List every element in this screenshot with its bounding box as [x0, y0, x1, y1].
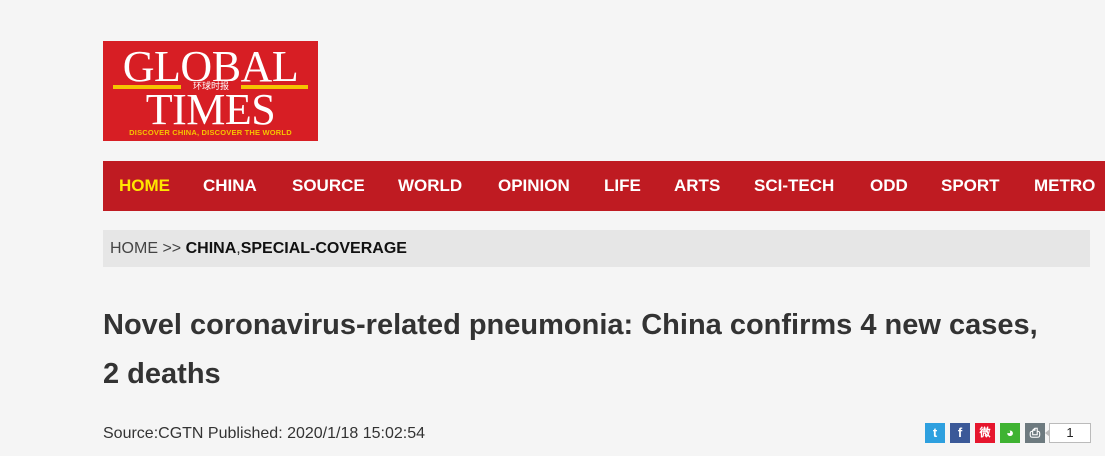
main-nav: HOME CHINA SOURCE WORLD OPINION LIFE ART…	[103, 161, 1105, 211]
nav-item-opinion[interactable]: OPINION	[498, 161, 570, 211]
nav-item-china[interactable]: CHINA	[203, 161, 257, 211]
logo-tagline: DISCOVER CHINA, DISCOVER THE WORLD	[129, 128, 292, 137]
breadcrumb-home-link[interactable]: HOME	[110, 240, 158, 257]
headline-line-1: Novel coronavirus-related pneumonia: Chi…	[103, 309, 1038, 341]
breadcrumb: HOME >> CHINA,SPECIAL-COVERAGE	[103, 230, 1090, 267]
weibo-icon[interactable]: 微	[975, 423, 995, 443]
nav-item-life[interactable]: LIFE	[604, 161, 641, 211]
nav-item-world[interactable]: WORLD	[398, 161, 462, 211]
nav-item-odd[interactable]: ODD	[870, 161, 908, 211]
breadcrumb-china-link[interactable]: CHINA	[186, 240, 237, 257]
breadcrumb-separator: >>	[158, 240, 186, 257]
article-meta: Source:CGTN Published: 2020/1/18 15:02:5…	[103, 425, 425, 442]
nav-item-source[interactable]: SOURCE	[292, 161, 365, 211]
wechat-icon[interactable]: ◕	[1000, 423, 1020, 443]
facebook-icon[interactable]: f	[950, 423, 970, 443]
breadcrumb-special-coverage-link[interactable]: SPECIAL-COVERAGE	[241, 240, 407, 257]
nav-item-home[interactable]: HOME	[119, 161, 170, 211]
global-times-logo[interactable]: GLOBAL 环球时报 TIMES DISCOVER CHINA, DISCOV…	[103, 41, 318, 141]
nav-item-metro[interactable]: METRO	[1034, 161, 1095, 211]
page: GLOBAL 环球时报 TIMES DISCOVER CHINA, DISCOV…	[0, 0, 1105, 456]
nav-item-arts[interactable]: ARTS	[674, 161, 720, 211]
logo-line2: TIMES	[145, 85, 276, 134]
print-icon[interactable]: ⎙	[1025, 423, 1045, 443]
nav-item-sci-tech[interactable]: SCI-TECH	[754, 161, 834, 211]
nav-item-sport[interactable]: SPORT	[941, 161, 1000, 211]
headline-line-2: 2 deaths	[103, 358, 221, 390]
twitter-icon[interactable]: t	[925, 423, 945, 443]
share-count: 1	[1045, 423, 1091, 443]
article-headline: Novel coronavirus-related pneumonia: Chi…	[103, 301, 1103, 399]
